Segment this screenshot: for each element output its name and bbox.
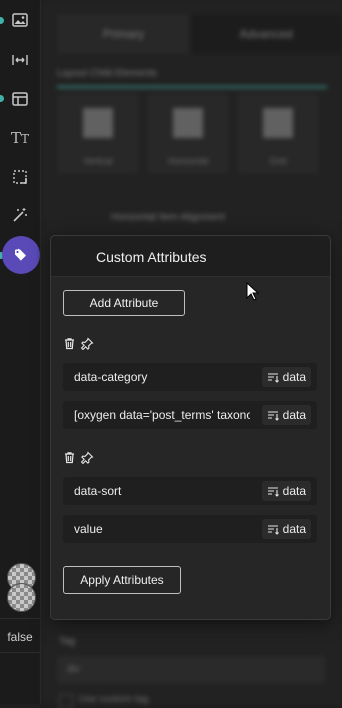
attribute-name-input[interactable]: data-sort data (63, 477, 317, 505)
popover-header: Custom Attributes (51, 236, 330, 277)
dynamic-data-label: data (282, 370, 306, 384)
dynamic-data-icon (267, 410, 279, 421)
attribute-value-value: [oxygen data='post_terms' taxonomy='cate… (74, 408, 250, 422)
trash-icon[interactable] (63, 451, 76, 464)
dynamic-data-button[interactable]: data (261, 405, 311, 425)
tag-select[interactable]: div (57, 656, 325, 684)
attribute-value-value: value (74, 522, 103, 536)
layout-option-vertical[interactable]: Vertical (57, 94, 139, 174)
pin-icon[interactable] (81, 337, 94, 350)
dynamic-data-icon (267, 524, 279, 535)
tag-label: Tag (59, 636, 76, 647)
width-icon[interactable] (4, 44, 36, 76)
attribute-value-input[interactable]: value data (63, 515, 317, 543)
trash-icon[interactable] (63, 337, 76, 350)
panel-tabs: Primary Advanced (57, 14, 342, 54)
custom-tag-label: Use custom tag (79, 694, 149, 705)
attribute-name-input[interactable]: data-category data (63, 363, 317, 391)
popover-title: Custom Attributes (96, 249, 207, 265)
layout-option-grid[interactable]: Grid (237, 94, 319, 174)
active-tab-indicator (57, 86, 327, 88)
apply-attributes-button[interactable]: Apply Attributes (63, 566, 181, 594)
custom-tag-checkbox[interactable] (59, 694, 73, 708)
tag-icon[interactable] (2, 236, 40, 274)
layout-icon[interactable] (4, 83, 36, 115)
mouse-cursor-icon (246, 282, 260, 301)
effects-icon[interactable] (4, 199, 36, 231)
pin-icon[interactable] (81, 451, 94, 464)
borders-icon[interactable] (4, 161, 36, 193)
dynamic-data-label: data (282, 484, 306, 498)
attribute-value-input[interactable]: [oxygen data='post_terms' taxonomy='cate… (63, 401, 317, 429)
layout-label: Layout Child Elements (57, 68, 158, 79)
toggle-value-label: false (7, 630, 33, 644)
icon-rail: TT false (0, 0, 41, 704)
dynamic-data-label: data (282, 522, 306, 536)
dynamic-data-icon (267, 372, 279, 383)
dynamic-data-button[interactable]: data (261, 481, 311, 501)
dynamic-data-button[interactable]: data (261, 367, 311, 387)
add-attribute-button[interactable]: Add Attribute (63, 290, 185, 316)
dynamic-data-button[interactable]: data (261, 519, 311, 539)
tab-primary[interactable]: Primary (57, 14, 190, 54)
dynamic-data-icon (267, 486, 279, 497)
divider (0, 652, 40, 653)
horizontal-alignment-label: Horizontal Item Alignment (111, 212, 225, 223)
typography-icon[interactable]: TT (4, 122, 36, 154)
color-swatch[interactable] (7, 583, 36, 612)
tab-advanced[interactable]: Advanced (190, 14, 342, 54)
custom-attributes-popover: Custom Attributes Add Attribute data-cat… (50, 235, 331, 620)
attribute-name-value: data-sort (74, 484, 122, 498)
divider (0, 618, 40, 619)
attribute-name-value: data-category (74, 370, 148, 384)
dynamic-data-label: data (282, 408, 306, 422)
image-icon[interactable] (4, 4, 36, 36)
layout-option-horizontal[interactable]: Horizontal (147, 94, 229, 174)
